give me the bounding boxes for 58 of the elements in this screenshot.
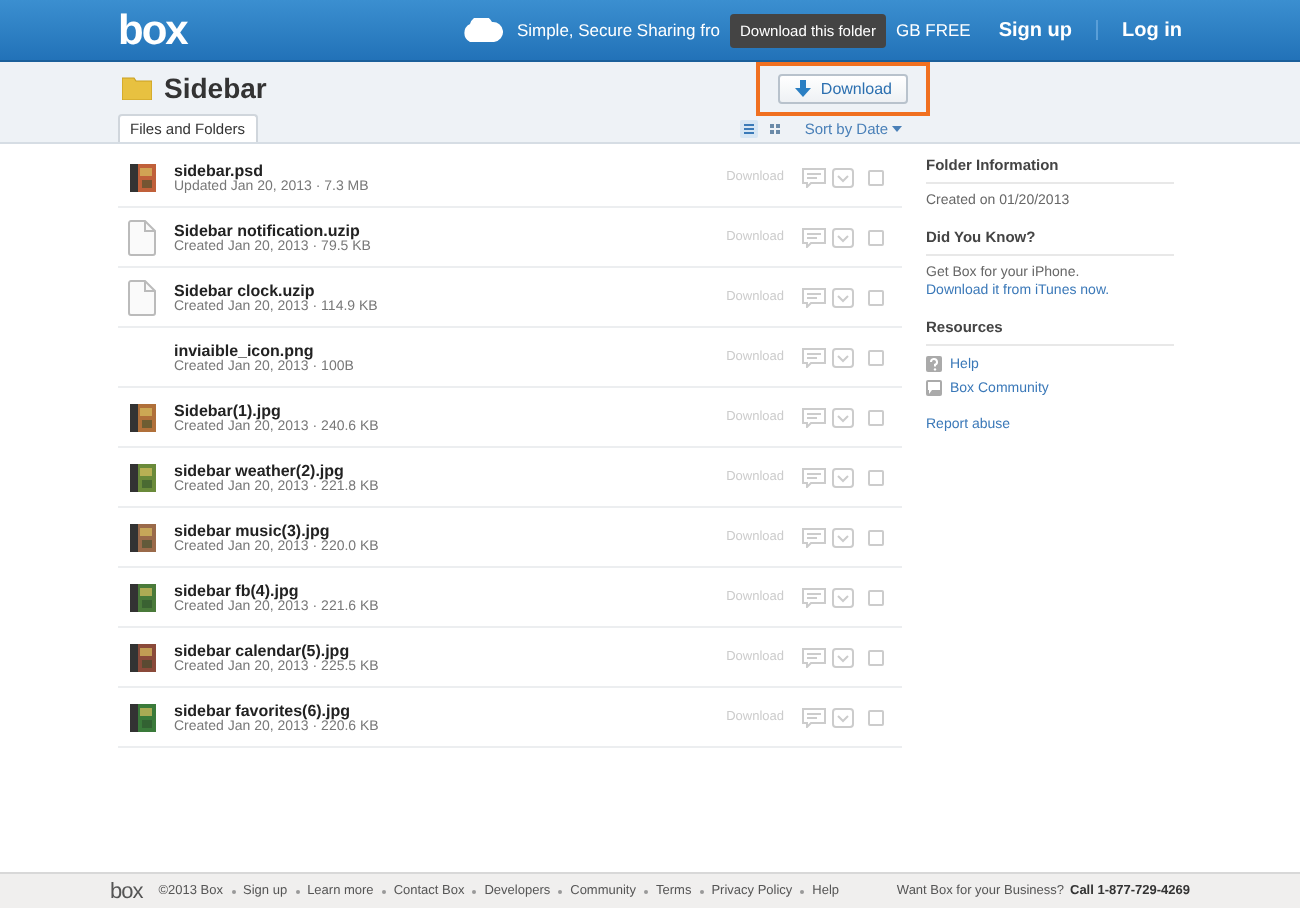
dropdown-icon[interactable] [832, 347, 854, 367]
tagline: Simple, Secure Sharing fro [516, 20, 721, 40]
comment-icon[interactable] [802, 227, 826, 247]
checkbox[interactable] [868, 649, 884, 665]
grid-view-icon[interactable] [766, 120, 785, 138]
file-name-link[interactable]: sidebar weather(2).jpg [174, 461, 727, 479]
cloud-icon [460, 18, 505, 42]
dropdown-icon[interactable] [832, 467, 854, 487]
document-icon [128, 219, 156, 255]
comment-icon[interactable] [802, 287, 826, 307]
file-name-link[interactable]: Sidebar(1).jpg [174, 401, 727, 419]
comment-icon[interactable] [802, 407, 826, 427]
checkbox[interactable] [868, 529, 884, 545]
question-icon [926, 356, 942, 372]
checkbox[interactable] [868, 289, 884, 305]
list-view-icon[interactable] [740, 120, 759, 138]
file-name-link[interactable]: sidebar calendar(5).jpg [174, 641, 727, 659]
comment-icon[interactable] [802, 167, 826, 187]
dropdown-icon[interactable] [832, 647, 854, 667]
dropdown-icon[interactable] [832, 287, 854, 307]
footer-logo: box [110, 879, 143, 903]
dropdown-icon[interactable] [832, 707, 854, 727]
file-name-link[interactable]: sidebar music(3).jpg [174, 521, 727, 539]
comment-icon[interactable] [802, 527, 826, 547]
file-name-link[interactable]: Sidebar clock.uzip [174, 281, 727, 299]
comment-icon[interactable] [802, 707, 826, 727]
comment-icon[interactable] [802, 587, 826, 607]
header-link[interactable]: Sign up [998, 19, 1072, 41]
file-name-link[interactable]: sidebar.psd [174, 161, 727, 179]
tagline: GB FREE [896, 20, 971, 40]
checkbox[interactable] [868, 169, 884, 185]
file-name-link[interactable]: sidebar favorites(6).jpg [174, 701, 727, 719]
logo[interactable]: box [118, 9, 187, 51]
dropdown-icon[interactable] [832, 407, 854, 427]
header-link[interactable]: Log in [1122, 19, 1182, 41]
comment-icon[interactable] [802, 347, 826, 367]
document-icon [128, 279, 156, 315]
caret-icon [892, 126, 902, 132]
folder-icon [122, 76, 152, 100]
download-button[interactable]: Download [778, 73, 908, 103]
checkbox[interactable] [868, 709, 884, 725]
chat-icon [926, 380, 942, 396]
comment-icon[interactable] [802, 647, 826, 667]
dropdown-icon[interactable] [832, 587, 854, 607]
file-name-link[interactable]: Sidebar notification.uzip [174, 221, 727, 239]
comment-icon[interactable] [802, 467, 826, 487]
checkbox[interactable] [868, 349, 884, 365]
dropdown-icon[interactable] [832, 527, 854, 547]
folder-title: Sidebar [164, 72, 267, 104]
checkbox[interactable] [868, 409, 884, 425]
checkbox[interactable] [868, 469, 884, 485]
dropdown-icon[interactable] [832, 227, 854, 247]
download-icon [794, 79, 813, 97]
file-name-link[interactable]: inviaible_icon.png [174, 341, 727, 359]
file-name-link[interactable]: sidebar fb(4).jpg [174, 581, 727, 599]
dropdown-icon[interactable] [832, 167, 854, 187]
checkbox[interactable] [868, 589, 884, 605]
checkbox[interactable] [868, 229, 884, 245]
